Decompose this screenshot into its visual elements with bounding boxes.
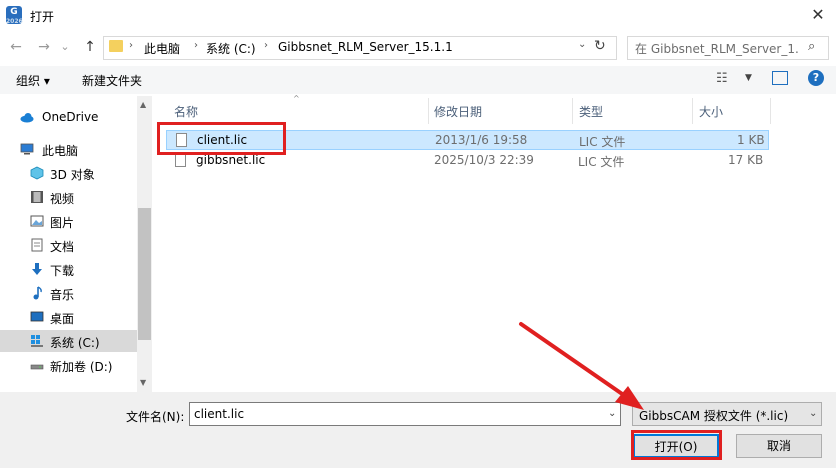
sidebar-item-3d-objects[interactable]: 3D 对象 [0, 162, 137, 184]
sidebar-item-label: 图片 [50, 216, 75, 230]
refresh-icon[interactable]: ↻ [594, 38, 606, 54]
column-header-size[interactable]: 大小 [699, 103, 723, 120]
file-type: LIC 文件 [578, 155, 625, 169]
breadcrumb-separator: › [264, 40, 268, 51]
breadcrumb-separator: › [194, 40, 198, 51]
preview-pane-icon[interactable] [772, 71, 788, 85]
download-icon [32, 263, 42, 275]
computer-icon [20, 143, 34, 155]
breadcrumb-drive-c[interactable]: 系统 (C:) [206, 40, 256, 57]
drive-icon [30, 364, 44, 370]
music-icon [33, 286, 42, 300]
organize-button[interactable]: 组织 ▾ [16, 72, 50, 89]
sidebar-item-pictures[interactable]: 图片 [0, 210, 137, 232]
help-icon[interactable]: ? [808, 70, 824, 86]
file-name: gibbsnet.lic [196, 153, 266, 167]
search-icon[interactable]: ⌕ [808, 39, 815, 54]
recent-locations-button[interactable]: ⌄ [58, 38, 72, 56]
sidebar-item-label: OneDrive [42, 110, 99, 124]
sidebar-item-videos[interactable]: 视频 [0, 186, 137, 208]
sidebar-item-desktop[interactable]: 桌面 [0, 306, 137, 328]
breadcrumb-separator: › [129, 40, 133, 51]
filename-input[interactable]: client.lic [194, 407, 244, 421]
cube-icon [30, 166, 44, 180]
back-button[interactable]: ← [6, 38, 26, 56]
file-date: 2025/10/3 22:39 [434, 153, 534, 167]
sidebar-item-downloads[interactable]: 下载 [0, 258, 137, 280]
annotation-box-open [631, 430, 722, 460]
sidebar-item-documents[interactable]: 文档 [0, 234, 137, 256]
folder-icon [109, 40, 123, 52]
sidebar-item-label: 下载 [50, 264, 75, 278]
sort-arrow-icon: ^ [293, 94, 300, 103]
app-icon: G 2026 [6, 6, 23, 25]
address-dropdown-icon[interactable]: ⌄ [578, 39, 586, 50]
picture-icon [30, 215, 44, 227]
file-size: 17 KB [728, 153, 764, 167]
chevron-down-icon[interactable]: ⌄ [608, 408, 616, 419]
file-type-filter[interactable]: GibbsCAM 授权文件 (*.lic) ⌄ [632, 402, 822, 426]
sidebar-item-label: 此电脑 [42, 144, 79, 158]
sidebar-item-this-pc[interactable]: 此电脑 [0, 138, 137, 160]
view-options-icon[interactable]: ☷ [716, 71, 728, 86]
sidebar-item-label: 3D 对象 [50, 168, 95, 182]
search-box[interactable]: 在 Gibbsnet_RLM_Server_1... ⌕ [627, 36, 829, 60]
close-button[interactable]: ✕ [800, 0, 836, 32]
filename-field[interactable]: client.lic ⌄ [189, 402, 621, 426]
sidebar-scrollbar[interactable]: ▲ ▼ [137, 96, 152, 392]
cloud-icon [20, 113, 34, 123]
column-divider[interactable] [770, 98, 771, 124]
filename-label: 文件名(N): [126, 410, 185, 424]
new-folder-button[interactable]: 新建文件夹 [82, 72, 142, 89]
file-size: 1 KB [737, 133, 765, 147]
document-icon [31, 238, 43, 252]
scroll-up-icon[interactable]: ▲ [140, 100, 146, 109]
scrollbar-thumb[interactable] [138, 208, 151, 340]
file-type: LIC 文件 [579, 135, 626, 149]
view-dropdown-icon[interactable]: ▼ [745, 73, 752, 83]
windows-drive-icon [31, 335, 43, 347]
app-icon-year: 2026 [6, 18, 23, 25]
search-input[interactable]: 在 Gibbsnet_RLM_Server_1... [635, 40, 800, 57]
up-button[interactable]: ↑ [80, 38, 100, 56]
address-bar[interactable]: › 此电脑 › 系统 (C:) › Gibbsnet_RLM_Server_15… [103, 36, 617, 60]
command-bar: 组织 ▾ 新建文件夹 ☷ ▼ ? [0, 66, 836, 94]
app-icon-letter: G [10, 7, 18, 17]
file-date: 2013/1/6 19:58 [435, 133, 528, 147]
sidebar-item-drive-d[interactable]: 新加卷 (D:) [0, 354, 137, 376]
sidebar-item-label: 文档 [50, 240, 75, 254]
forward-button[interactable]: → [34, 38, 54, 56]
video-icon [31, 191, 43, 203]
column-divider[interactable] [572, 98, 573, 124]
column-header-type[interactable]: 类型 [579, 103, 603, 120]
sidebar-item-drive-c[interactable]: 系统 (C:) [0, 330, 137, 352]
sidebar-item-label: 桌面 [50, 312, 75, 326]
sidebar-item-label: 视频 [50, 192, 75, 206]
window-title: 打开 [30, 10, 55, 24]
title-bar: G 2026 打开 ✕ [0, 0, 836, 32]
navigation-pane: OneDrive 此电脑 3D 对象 视频 图片 文档 下载 音乐 桌面 系统 … [0, 96, 152, 392]
sidebar-item-onedrive[interactable]: OneDrive [0, 106, 137, 128]
desktop-icon [30, 311, 44, 322]
annotation-box-file [157, 122, 286, 155]
sidebar-item-label: 新加卷 (D:) [50, 360, 113, 374]
column-divider[interactable] [428, 98, 429, 124]
column-divider[interactable] [692, 98, 693, 124]
column-header-name[interactable]: 名称 [174, 103, 198, 120]
file-icon [175, 153, 186, 167]
sidebar-item-label: 音乐 [50, 288, 75, 302]
chevron-down-icon[interactable]: ⌄ [809, 408, 817, 419]
scroll-down-icon[interactable]: ▼ [140, 378, 146, 387]
cancel-button[interactable]: 取消 [736, 434, 822, 458]
sidebar-item-label: 系统 (C:) [50, 336, 100, 350]
file-type-value: GibbsCAM 授权文件 (*.lic) [639, 409, 789, 423]
column-header-date[interactable]: 修改日期 [434, 103, 482, 120]
breadcrumb-this-pc[interactable]: 此电脑 [144, 40, 180, 57]
breadcrumb-folder[interactable]: Gibbsnet_RLM_Server_15.1.1 [278, 40, 453, 54]
sidebar-item-music[interactable]: 音乐 [0, 282, 137, 304]
